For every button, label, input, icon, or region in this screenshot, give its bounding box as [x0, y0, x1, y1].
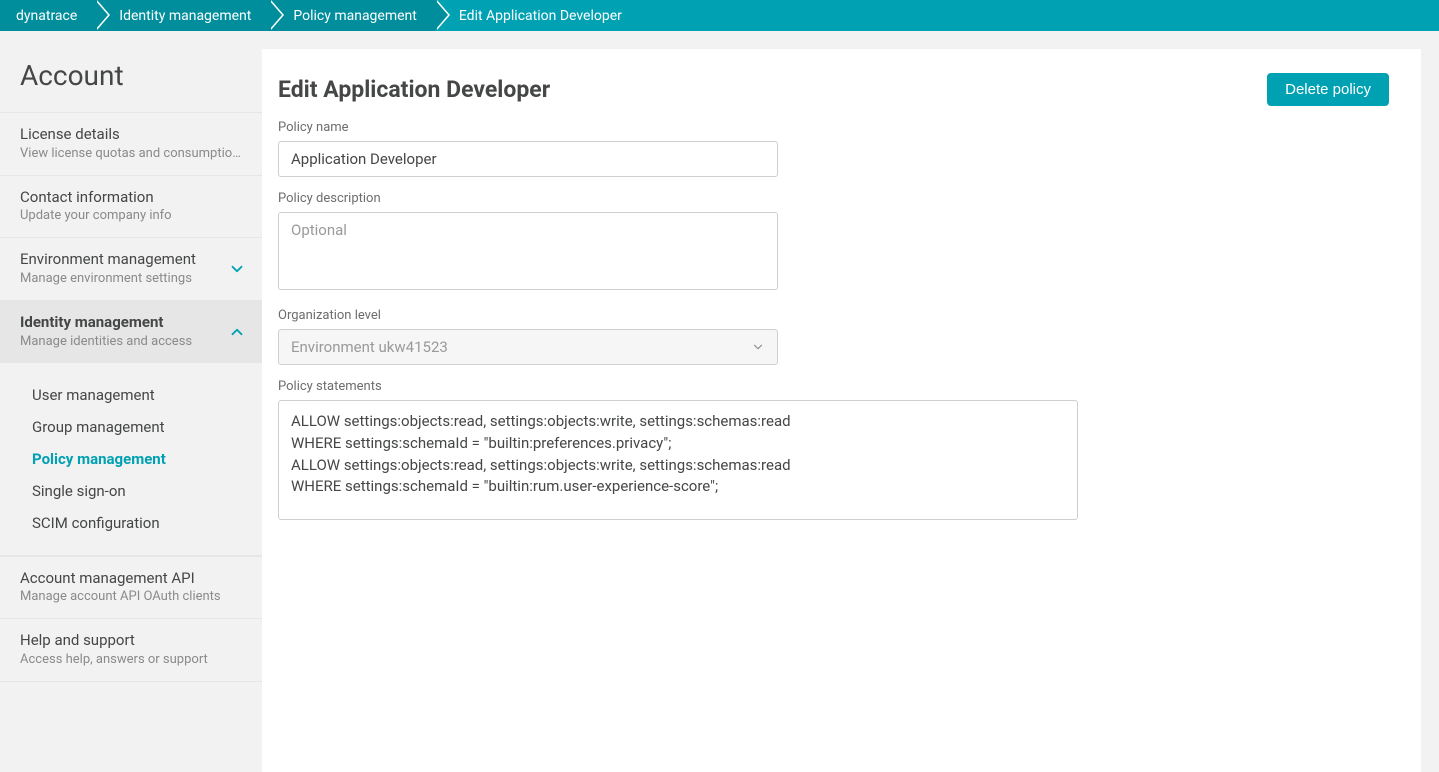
sidebar-item-title: Help and support [20, 631, 208, 651]
breadcrumb: dynatrace Identity management Policy man… [0, 0, 1439, 31]
breadcrumb-item-root[interactable]: dynatrace [0, 0, 95, 31]
page-title: Edit Application Developer [278, 76, 550, 103]
label-policy-name: Policy name [278, 120, 1389, 135]
field-policy-name: Policy name [278, 120, 1389, 177]
sidebar-item-account-api[interactable]: Account management API Manage account AP… [0, 556, 262, 619]
sidebar-item-environment[interactable]: Environment management Manage environmen… [0, 237, 262, 300]
sidebar-item-desc: Manage environment settings [20, 270, 196, 288]
breadcrumb-label: Edit Application Developer [459, 8, 622, 24]
sidebar-sub-group-mgmt[interactable]: Group management [0, 411, 262, 443]
sidebar-heading: Account [0, 31, 262, 112]
delete-policy-button[interactable]: Delete policy [1267, 73, 1389, 106]
sidebar-item-title: Environment management [20, 250, 196, 270]
sidebar-item-identity[interactable]: Identity management Manage identities an… [0, 300, 262, 363]
sidebar-sub-user-mgmt[interactable]: User management [0, 379, 262, 411]
breadcrumb-item-current: Edit Application Developer [435, 0, 640, 31]
breadcrumb-label: Identity management [119, 8, 251, 24]
breadcrumb-label: Policy management [293, 8, 417, 24]
sidebar-item-help[interactable]: Help and support Access help, answers or… [0, 618, 262, 682]
sidebar-sub-sso[interactable]: Single sign-on [0, 475, 262, 507]
sidebar-subnav-identity: User management Group management Policy … [0, 363, 262, 556]
field-policy-description: Policy description [278, 191, 1389, 294]
sidebar-item-title: License details [20, 125, 246, 145]
organization-level-select[interactable]: Environment ukw41523 [278, 329, 778, 365]
sidebar-item-desc: Access help, answers or support [20, 651, 208, 669]
sidebar-item-title: Identity management [20, 313, 192, 333]
sidebar-item-title: Account management API [20, 569, 221, 589]
label-organization-level: Organization level [278, 308, 1389, 323]
sidebar-item-contact[interactable]: Contact information Update your company … [0, 175, 262, 238]
field-policy-statements: Policy statements [278, 379, 1389, 524]
policy-description-input[interactable] [278, 212, 778, 290]
policy-name-input[interactable] [278, 141, 778, 177]
sidebar-item-desc: View license quotas and consumption de… [20, 145, 246, 163]
breadcrumb-item-policy[interactable]: Policy management [269, 0, 435, 31]
label-policy-description: Policy description [278, 191, 1389, 206]
sidebar-item-desc: Manage identities and access [20, 333, 192, 351]
field-organization-level: Organization level Environment ukw41523 [278, 308, 1389, 365]
chevron-up-icon [228, 323, 246, 341]
sidebar-item-desc: Manage account API OAuth clients [20, 588, 221, 606]
sidebar-item-title: Contact information [20, 188, 172, 208]
sidebar-item-license[interactable]: License details View license quotas and … [0, 112, 262, 175]
main-panel: Edit Application Developer Delete policy… [262, 49, 1421, 772]
chevron-down-icon [751, 340, 765, 354]
sidebar-sub-scim[interactable]: SCIM configuration [0, 507, 262, 539]
label-policy-statements: Policy statements [278, 379, 1389, 394]
breadcrumb-item-identity[interactable]: Identity management [95, 0, 269, 31]
sidebar-item-desc: Update your company info [20, 207, 172, 225]
sidebar-sub-policy-mgmt[interactable]: Policy management [0, 443, 262, 475]
organization-level-value: Environment ukw41523 [291, 338, 448, 356]
chevron-down-icon [228, 260, 246, 278]
sidebar: Account License details View license quo… [0, 31, 262, 772]
policy-statements-input[interactable] [278, 400, 1078, 520]
breadcrumb-label: dynatrace [16, 8, 77, 24]
